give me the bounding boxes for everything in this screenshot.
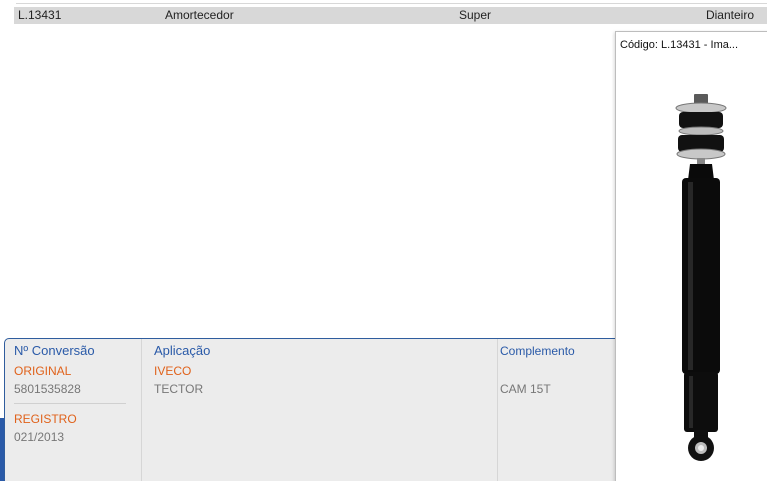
- original-value: 5801535828: [14, 382, 81, 396]
- application-column: Aplicação IVECO TECTOR: [142, 339, 498, 481]
- complement-value: CAM 15T: [500, 382, 551, 396]
- conversion-column: Nº Conversão ORIGINAL 5801535828 REGISTR…: [5, 339, 142, 481]
- application-brand: IVECO: [154, 364, 192, 378]
- complement-header: Complemento: [500, 344, 575, 358]
- conversion-header: Nº Conversão: [14, 343, 95, 358]
- image-popup[interactable]: Código: L.13431 - Ima...: [615, 31, 767, 481]
- application-header: Aplicação: [154, 343, 211, 358]
- result-row[interactable]: L.13431 Amortecedor Super Dianteiro: [14, 7, 767, 24]
- registro-label: REGISTRO: [14, 412, 77, 426]
- details-panel: Nº Conversão ORIGINAL 5801535828 REGISTR…: [4, 338, 644, 481]
- result-code: L.13431: [18, 8, 62, 22]
- previous-row-fragment: [16, 0, 767, 5]
- result-position: Dianteiro: [705, 8, 754, 22]
- shock-absorber-image: [675, 94, 727, 461]
- registro-value: 021/2013: [14, 430, 65, 444]
- divider: [14, 403, 126, 404]
- original-label: ORIGINAL: [14, 364, 72, 378]
- result-line: Super: [459, 8, 492, 22]
- popup-title: Código: L.13431 - Ima...: [620, 39, 739, 51]
- result-type: Amortecedor: [165, 8, 234, 22]
- application-model: TECTOR: [154, 382, 204, 396]
